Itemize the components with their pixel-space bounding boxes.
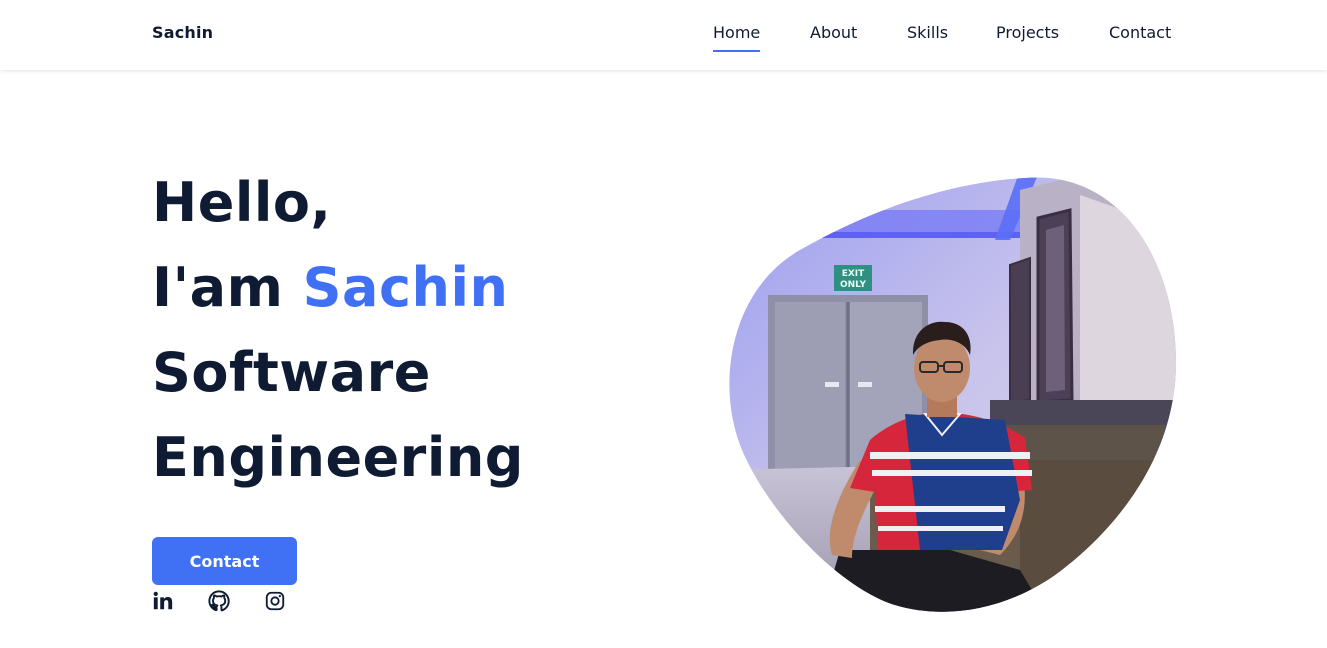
nav-about[interactable]: About [810,23,857,50]
site-header: Sachin Home About Skills Projects Contac… [0,0,1327,70]
social-links [152,590,312,614]
nav-home[interactable]: Home [713,23,760,50]
hero-role-line-2: Engineering [152,426,524,489]
hero-intro: I'am Sachin [152,245,612,330]
hero-name: Sachin [302,256,509,319]
hero-greeting: Hello, [152,171,332,234]
exit-sign-line-1: EXIT [842,269,865,279]
profile-photo-blob: EXIT ONLY [729,177,1177,612]
nav-contact[interactable]: Contact [1109,23,1171,50]
nav-skills[interactable]: Skills [907,23,948,50]
contact-button[interactable]: Contact [152,537,297,585]
github-icon[interactable] [208,590,230,612]
profile-photo: EXIT ONLY [720,170,1180,620]
main-nav: Home About Skills Projects Contact [0,23,1327,63]
linkedin-icon[interactable] [152,590,174,612]
hero-role-line-1: Software [152,341,431,404]
exit-sign-line-2: ONLY [840,280,867,290]
hero-title: Hello, I'am Sachin Software Engineering [152,160,612,500]
nav-projects[interactable]: Projects [996,23,1059,50]
hero-intro-prefix: I'am [152,256,284,319]
instagram-icon[interactable] [264,590,286,612]
